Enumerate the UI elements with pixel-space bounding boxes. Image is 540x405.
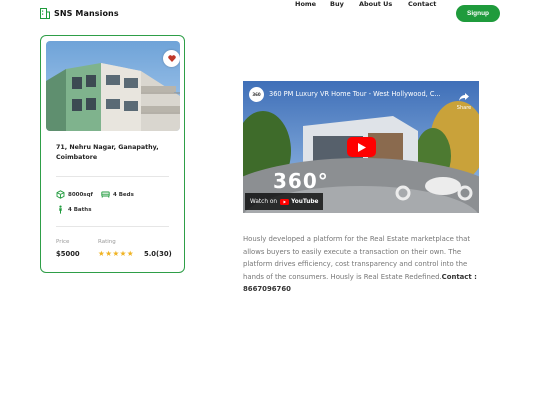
description-text: Hously developed a platform for the Real… (243, 235, 471, 281)
brand-name: SNS Mansions (54, 9, 119, 18)
brand-logo[interactable]: SNS Mansions (40, 8, 119, 19)
signup-button[interactable]: Signup (456, 5, 500, 22)
youtube-icon (280, 198, 290, 205)
overlay-360-text: 360° (273, 169, 329, 193)
watch-on-youtube-button[interactable]: Watch on YouTube (245, 193, 324, 210)
rating-value: 5.0(30) (144, 250, 172, 258)
cube-icon (56, 190, 65, 199)
heart-icon (167, 55, 176, 62)
property-address[interactable]: 71, Nehru Nagar, Ganapathy, Coimbatore (56, 143, 176, 163)
property-photo (46, 41, 180, 131)
nav-contact[interactable]: Contact (408, 0, 436, 8)
price-label: Price (56, 239, 70, 245)
play-button[interactable] (347, 137, 376, 157)
area-value: 8000sqf (68, 191, 93, 198)
nav-buy[interactable]: Buy (330, 0, 344, 8)
rating-label: Rating (98, 239, 116, 245)
baths-value: 4 Baths (68, 206, 92, 213)
area-feature: 8000sqf (56, 190, 93, 199)
property-card[interactable]: 71, Nehru Nagar, Ganapathy, Coimbatore 8… (40, 35, 185, 273)
person-icon (59, 205, 62, 214)
nav-about-us[interactable]: About Us (359, 0, 392, 8)
divider (56, 226, 169, 227)
share-button[interactable]: Share (453, 86, 475, 111)
site-header: SNS Mansions Home Buy About Us Contact S… (0, 0, 540, 30)
youtube-logo: YouTube (280, 198, 319, 205)
nav-home[interactable]: Home (295, 0, 316, 8)
price-value: $5000 (56, 250, 80, 258)
rating-stars: ★★★★★ (98, 249, 135, 258)
channel-logo[interactable]: 360 (249, 87, 264, 102)
bed-icon (101, 191, 110, 198)
youtube-label: YouTube (291, 198, 319, 205)
baths-feature: 4 Baths (56, 205, 91, 214)
play-icon (357, 142, 366, 152)
about-description: Hously developed a platform for the Real… (243, 233, 483, 296)
share-label: Share (456, 105, 472, 111)
watch-on-label: Watch on (250, 198, 278, 205)
favorite-button[interactable] (163, 50, 180, 67)
building-icon (40, 8, 50, 19)
share-icon (459, 93, 469, 101)
video-title[interactable]: 360 PM Luxury VR Home Tour - West Hollyw… (269, 90, 441, 98)
beds-feature: 4 Beds (101, 190, 134, 199)
divider (56, 176, 169, 177)
beds-value: 4 Beds (113, 191, 134, 198)
video-player[interactable]: 360 360 PM Luxury VR Home Tour - West Ho… (243, 81, 479, 213)
